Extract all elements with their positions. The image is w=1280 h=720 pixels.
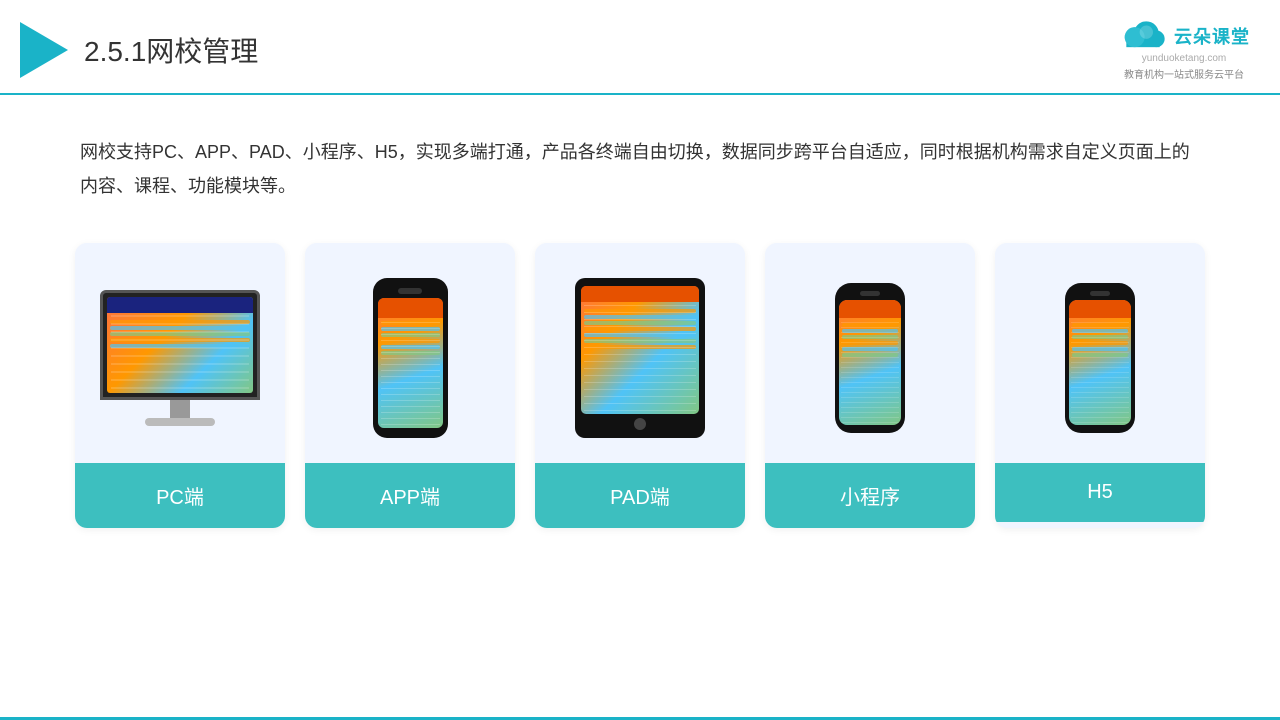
phone-h5-screen	[1069, 300, 1131, 425]
play-icon	[20, 22, 68, 78]
card-pc-label: PC端	[75, 463, 285, 528]
logo-url: yunduoketang.com	[1142, 53, 1227, 64]
card-miniapp-image	[765, 243, 975, 463]
description-text: 网校支持PC、APP、PAD、小程序、H5，实现多端打通，产品各终端自由切换，数…	[0, 95, 1280, 223]
card-app-image	[305, 243, 515, 463]
phone-app-icon	[373, 278, 448, 438]
card-app-label: APP端	[305, 463, 515, 528]
logo-text: 云朵课堂	[1174, 23, 1250, 49]
phone-screen	[378, 298, 443, 428]
card-pc: PC端	[75, 243, 285, 528]
phone-small-screen	[839, 300, 901, 425]
card-pad: PAD端	[535, 243, 745, 528]
card-app: APP端	[305, 243, 515, 528]
tablet-screen	[581, 286, 699, 414]
card-pad-image	[535, 243, 745, 463]
tablet-pad-icon	[575, 278, 705, 438]
tablet-home-btn	[634, 418, 646, 430]
cloud-icon	[1118, 18, 1168, 53]
phone-small-notch	[860, 291, 880, 296]
phone-notch	[398, 288, 422, 294]
card-h5-image	[995, 243, 1205, 463]
logo-tagline: 教育机构一站式服务云平台	[1124, 66, 1244, 81]
cards-container: PC端 APP端	[0, 223, 1280, 558]
phone-miniapp-icon	[835, 283, 905, 433]
header: 2.5.1网校管理 云朵课堂 yunduoketang.com 教育机构一站式服…	[0, 0, 1280, 95]
page-title: 2.5.1网校管理	[84, 30, 258, 70]
header-left: 2.5.1网校管理	[20, 22, 258, 78]
phone-h5-notch	[1090, 291, 1110, 296]
card-h5-label: H5	[995, 463, 1205, 522]
pc-monitor-icon	[100, 290, 260, 426]
logo-area: 云朵课堂 yunduoketang.com 教育机构一站式服务云平台	[1118, 18, 1250, 81]
card-pc-image	[75, 243, 285, 463]
card-miniapp-label: 小程序	[765, 463, 975, 528]
card-pad-label: PAD端	[535, 463, 745, 528]
card-miniapp: 小程序	[765, 243, 975, 528]
logo-cloud: 云朵课堂	[1118, 18, 1250, 53]
phone-h5-icon	[1065, 283, 1135, 433]
card-h5: H5	[995, 243, 1205, 528]
